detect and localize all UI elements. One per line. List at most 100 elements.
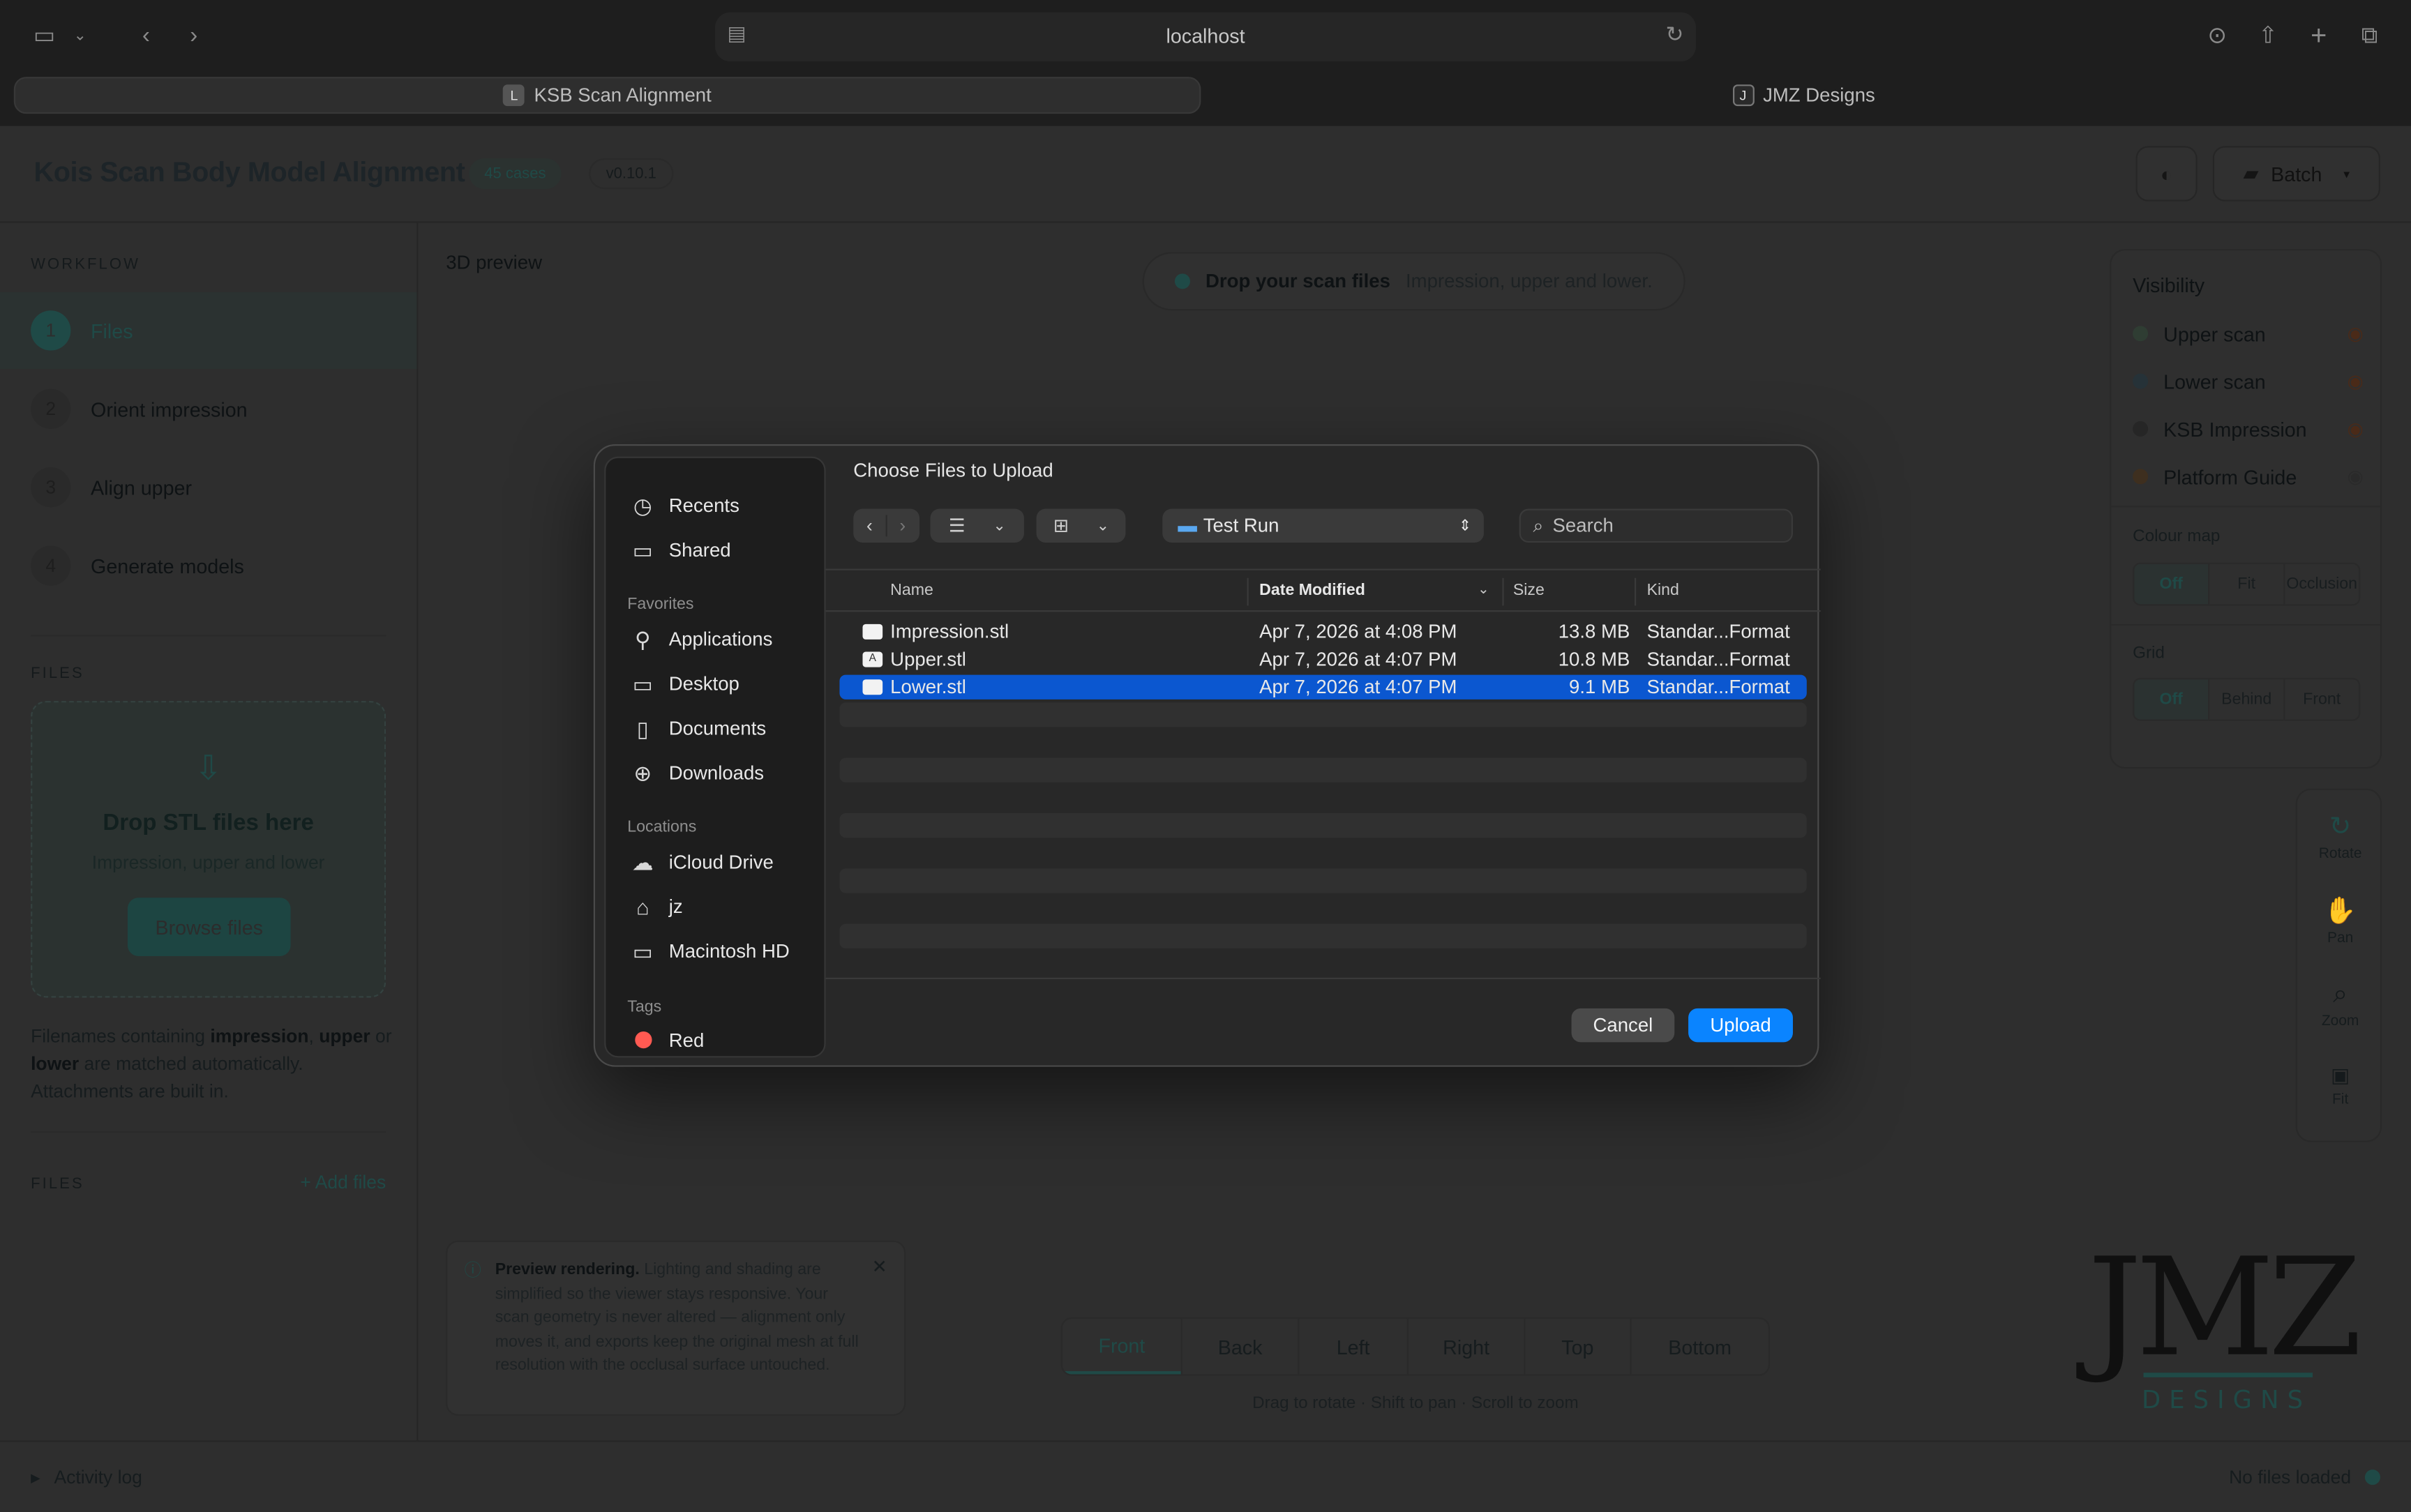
colour-map-occlusion[interactable]: Occlusion	[2283, 564, 2359, 605]
file-date: Apr 7, 2026 at 4:07 PM	[1259, 676, 1457, 698]
colour-map-off[interactable]: Off	[2134, 564, 2209, 605]
colour-map-title: Colour map	[2133, 527, 2221, 546]
sidebar: WORKFLOW 1 Files 2 Orient impression 3 A…	[0, 222, 419, 1441]
fit-tool[interactable]: ▣ Fit	[2297, 1064, 2383, 1108]
chevron-right-icon[interactable]: ›	[885, 515, 918, 537]
downloads-button[interactable]: ⊙	[2195, 13, 2239, 59]
theme-toggle-button[interactable]: ◐	[2135, 146, 2198, 202]
file-size: 10.8 MB	[1558, 649, 1630, 670]
step-files[interactable]: 1 Files	[0, 292, 417, 369]
eye-icon[interactable]: ◉	[2348, 466, 2364, 487]
view-back[interactable]: Back	[1180, 1319, 1298, 1375]
column-date-modified[interactable]: Date Modified	[1259, 581, 1365, 599]
chevron-left-icon[interactable]: ‹	[853, 515, 885, 536]
file-row[interactable]: Impression.stl Apr 7, 2026 at 4:08 PM 13…	[839, 619, 1806, 644]
document-icon: ▯	[636, 716, 649, 741]
eye-icon[interactable]: ◉	[2348, 418, 2364, 440]
list-view-button[interactable]: ☰ ⌄	[930, 508, 1024, 543]
visibility-upper-scan[interactable]: Upper scan ◉	[2133, 318, 2364, 349]
back-button[interactable]: ‹	[123, 13, 169, 59]
batch-button[interactable]: ▰ Batch ▾	[2212, 146, 2380, 202]
logo-graphic: JMZ DESIGNS	[2076, 1229, 2364, 1414]
column-name[interactable]: Name	[890, 581, 933, 599]
view-hint: Drag to rotate · Shift to pan · Scroll t…	[1252, 1394, 1579, 1413]
sidebar-item-applications[interactable]: ⚲ Applications	[631, 624, 772, 655]
screen: ▭ ⌄ ‹ › ▤ localhost ↻ ⊙ ⇧ + ⧉ L KSB Scan…	[0, 0, 2411, 1512]
reload-icon[interactable]: ↻	[1666, 22, 1684, 47]
sidebar-item-tag-red[interactable]: Red	[631, 1025, 704, 1056]
sidebar-item-desktop[interactable]: ▭ Desktop	[631, 669, 739, 700]
step-number: 4	[31, 545, 71, 586]
sidebar-item-icloud-drive[interactable]: ☁ iCloud Drive	[631, 847, 774, 877]
close-icon[interactable]: ✕	[872, 1256, 887, 1278]
caret-down-icon: ▾	[2343, 167, 2350, 181]
add-files-link[interactable]: + Add files	[300, 1172, 386, 1193]
upload-button[interactable]: Upload	[1688, 1008, 1793, 1043]
view-bottom[interactable]: Bottom	[1630, 1319, 1768, 1375]
browse-files-button[interactable]: Browse files	[127, 898, 291, 956]
rotate-tool[interactable]: ↻ Rotate	[2297, 812, 2383, 863]
zoom-tool[interactable]: ⌕ Zoom	[2297, 979, 2383, 1030]
folder-icon: ▬	[1178, 515, 1197, 537]
cloud-icon: ☁	[631, 849, 654, 875]
column-divider	[1634, 577, 1637, 606]
sidebar-item-macintosh-hd[interactable]: ▭ Macintosh HD	[631, 936, 790, 967]
tool-label: Rotate	[2318, 845, 2362, 863]
file-dropzone[interactable]: ⇩ Drop STL files here Impression, upper …	[31, 701, 386, 998]
step-align-upper[interactable]: 3 Align upper	[0, 449, 416, 526]
file-row-selected[interactable]: Lower.stl Apr 7, 2026 at 4:07 PM 9.1 MB …	[839, 674, 1807, 700]
sidebar-item-recents[interactable]: ◷ Recents	[631, 490, 739, 521]
share-button[interactable]: ⇧	[2246, 13, 2290, 59]
sidebar-toggle-button[interactable]: ▭ ⌄	[14, 13, 106, 59]
view-front[interactable]: Front	[1062, 1319, 1181, 1375]
sidebar-item-label: Desktop	[668, 673, 739, 695]
new-tab-button[interactable]: +	[2297, 13, 2341, 59]
files-section-label: FILES	[31, 665, 84, 683]
fit-icon: ▣	[2331, 1064, 2350, 1087]
visibility-ksb-impression[interactable]: KSB Impression ◉	[2133, 414, 2364, 444]
sidebar-item-shared[interactable]: ▭ Shared	[631, 535, 731, 566]
grid-icon: ⊞	[1053, 515, 1069, 537]
dialog-sidebar: ◷ Recents ▭ Shared Favorites ⚲ Applicati…	[604, 456, 826, 1058]
column-kind[interactable]: Kind	[1647, 581, 1679, 599]
cancel-button[interactable]: Cancel	[1571, 1008, 1675, 1043]
file-row[interactable]: A Upper.stl Apr 7, 2026 at 4:07 PM 10.8 …	[839, 647, 1806, 672]
tab-jmz-designs[interactable]: J JMZ Designs	[1210, 77, 2398, 114]
grid-view-button[interactable]: ⊞ ⌄	[1036, 508, 1126, 543]
color-dot	[2133, 469, 2149, 485]
step-orient-impression[interactable]: 2 Orient impression	[0, 370, 416, 447]
view-left[interactable]: Left	[1298, 1319, 1406, 1375]
sort-chevron-icon: ⌄	[1478, 581, 1489, 597]
grid-behind[interactable]: Behind	[2208, 679, 2283, 720]
activity-log-label: Activity log	[54, 1466, 142, 1488]
tab-ksb-scan-alignment[interactable]: L KSB Scan Alignment	[13, 77, 1201, 114]
colour-map-fit[interactable]: Fit	[2208, 564, 2283, 605]
forward-button[interactable]: ›	[171, 13, 217, 59]
pan-tool[interactable]: ✋ Pan	[2297, 896, 2383, 947]
sidebar-item-documents[interactable]: ▯ Documents	[631, 713, 766, 744]
app-header: Kois Scan Body Model Alignment 45 cases …	[0, 126, 2411, 223]
stl-file-icon: A	[862, 651, 883, 667]
sidebar-item-home[interactable]: ⌂ jz	[631, 891, 683, 922]
visibility-label: Lower scan	[2163, 370, 2266, 393]
file-kind: Standar...Format	[1646, 621, 1790, 643]
view-top[interactable]: Top	[1524, 1319, 1630, 1375]
grid-front[interactable]: Front	[2283, 679, 2359, 720]
column-size[interactable]: Size	[1513, 581, 1545, 599]
eye-icon[interactable]: ◉	[2348, 323, 2364, 345]
tab-overview-button[interactable]: ⧉	[2348, 13, 2391, 59]
file-date: Apr 7, 2026 at 4:08 PM	[1259, 621, 1457, 643]
grid-off[interactable]: Off	[2134, 679, 2209, 720]
location-popup[interactable]: ▬ Test Run ⇕	[1162, 508, 1484, 543]
step-generate-models[interactable]: 4 Generate models	[0, 527, 416, 604]
activity-log-toggle[interactable]: ▶ Activity log	[31, 1467, 142, 1488]
tabs-icon: ⧉	[2361, 22, 2378, 49]
sidebar-item-downloads[interactable]: ⊕ Downloads	[631, 758, 764, 789]
visibility-platform-guide[interactable]: Platform Guide ◉	[2133, 461, 2364, 492]
view-right[interactable]: Right	[1406, 1319, 1524, 1375]
address-bar[interactable]: ▤ localhost ↻	[714, 12, 1697, 62]
favorites-heading: Favorites	[627, 594, 694, 614]
visibility-lower-scan[interactable]: Lower scan ◉	[2133, 366, 2364, 397]
eye-icon[interactable]: ◉	[2348, 370, 2364, 392]
search-field[interactable]: ⌕ Search	[1519, 508, 1793, 543]
